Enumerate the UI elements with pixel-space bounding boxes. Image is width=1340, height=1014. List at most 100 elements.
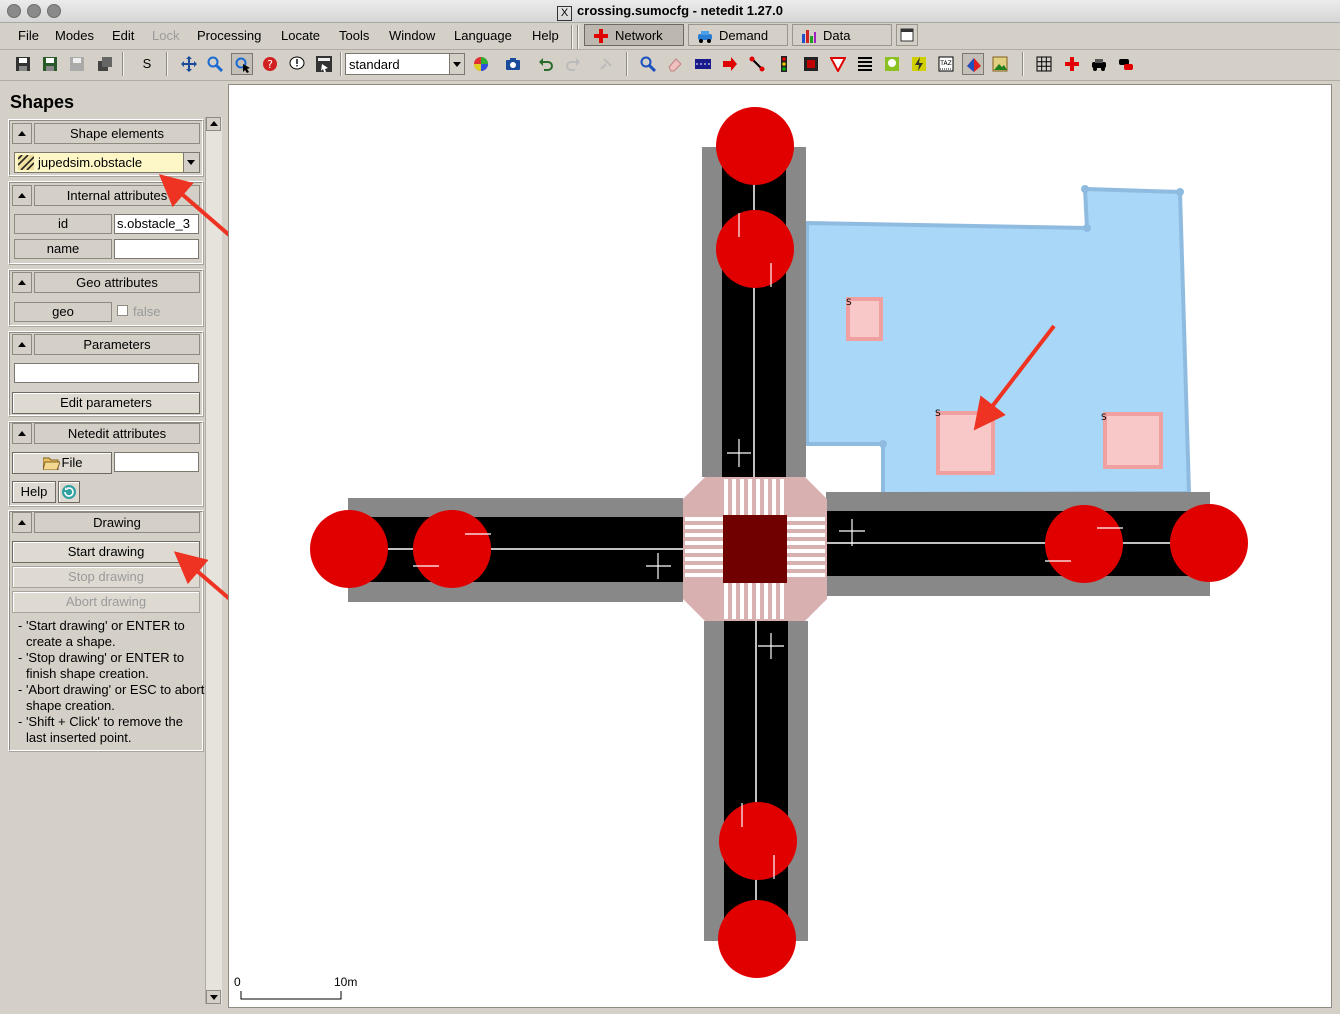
parameters-input[interactable] [14,363,199,383]
chevron-down-icon[interactable] [449,54,464,74]
new-network-button[interactable] [12,53,34,75]
traffic-light-button[interactable] [773,53,795,75]
obstacle-shape-selected[interactable] [936,411,995,475]
delete-mode-button[interactable]: ? [259,53,281,75]
menu-button[interactable] [313,53,335,75]
start-drawing-button[interactable]: Start drawing [12,541,200,563]
crossing-button[interactable] [827,53,849,75]
reset-button[interactable] [58,481,80,503]
create-edge-button[interactable] [692,53,714,75]
shape-type-select[interactable]: jupedsim.obstacle [14,152,200,173]
prohibition-button[interactable] [989,53,1011,75]
collapse-shape-elements-button[interactable] [12,123,32,144]
grid-button[interactable] [1033,53,1055,75]
menu-tools[interactable]: Tools [339,28,369,43]
message-button[interactable] [286,53,308,75]
menu-modes[interactable]: Modes [55,28,94,43]
edit-coloring-button[interactable] [470,53,492,75]
color-scheme-select[interactable]: standard [345,53,465,75]
car-route-icon [1119,59,1133,70]
id-input[interactable]: s.obstacle_3 [114,214,199,234]
data-mode-button[interactable]: Data [792,24,892,46]
polygon-vertex[interactable] [1176,188,1184,196]
geo-attributes-header: Geo attributes [12,272,202,293]
menu-language[interactable]: Language [454,28,512,43]
junction-node[interactable] [413,510,491,588]
taz-rel-button[interactable] [908,53,930,75]
save-network-button[interactable] [39,53,61,75]
inspect-tool-button[interactable] [637,53,659,75]
polygon-vertex[interactable] [1081,185,1089,193]
taz-button[interactable]: TAZ [935,53,957,75]
junction-node[interactable] [719,802,797,880]
vehicle-button[interactable] [1088,53,1110,75]
scroll-up-button[interactable] [206,117,221,131]
chevron-down-icon[interactable] [183,153,199,172]
screenshot-button[interactable] [502,53,524,75]
menu-lock[interactable]: Lock [152,28,179,43]
window-toggle-button[interactable] [896,24,918,46]
redo-button[interactable] [562,53,584,75]
scroll-down-button[interactable] [206,990,221,1004]
collapse-internal-attributes-button[interactable] [12,185,32,206]
undo-button[interactable] [535,53,557,75]
inspect-mode-button[interactable] [204,53,226,75]
junction-node[interactable] [718,900,796,978]
obstacle-shape[interactable] [1103,412,1163,469]
wire-button[interactable] [854,53,876,75]
collapse-geo-attributes-button[interactable] [12,272,32,293]
menu-window[interactable]: Window [389,28,435,43]
menu-file[interactable]: File [18,28,39,43]
junction-node[interactable] [1170,504,1248,582]
geo-checkbox[interactable] [117,305,128,316]
network-view[interactable]: S S S 0 10m [229,85,1332,1008]
panel-scrollbar[interactable] [205,117,222,1004]
demand-mode-button[interactable]: Demand [688,24,788,46]
network-mode-button[interactable]: Network [584,24,684,46]
menu-help[interactable]: Help [532,28,559,43]
menu-processing[interactable]: Processing [197,28,261,43]
junction-node[interactable] [310,510,388,588]
junction-node[interactable] [716,210,794,288]
menu-locate[interactable]: Locate [281,28,320,43]
abort-drawing-button[interactable]: Abort drawing [12,591,200,613]
toolbar-separator [122,52,124,76]
junction-shape-button[interactable] [1061,53,1083,75]
additional-button[interactable] [800,53,822,75]
decal-button[interactable] [881,53,903,75]
sumo-button[interactable]: S [136,53,158,75]
collapse-netedit-attributes-button[interactable] [12,423,32,444]
move-element-button[interactable] [719,53,741,75]
obstacle-shape[interactable] [846,297,883,341]
connection-button[interactable] [746,53,768,75]
collapse-parameters-button[interactable] [12,334,32,355]
junction-node[interactable] [1045,505,1123,583]
file-input[interactable] [114,452,199,472]
polygon-vertex[interactable] [1083,224,1091,232]
lock-button[interactable] [595,53,617,75]
magnifier-icon [207,56,223,72]
edit-parameters-button[interactable]: Edit parameters [12,392,200,414]
junction-center[interactable] [723,515,787,583]
save-as-button[interactable] [66,53,88,75]
lightning-icon [912,57,926,71]
collapse-drawing-button[interactable] [12,512,32,533]
menu-edit[interactable]: Edit [112,28,134,43]
polygon-vertex[interactable] [879,440,887,448]
network-canvas[interactable]: S S S 0 10m [228,84,1332,1008]
internal-attributes-title: Internal attributes [34,185,200,206]
shape-mode-button[interactable] [962,53,984,75]
toolbar-separator [1022,52,1024,76]
junction-node[interactable] [716,107,794,185]
select-mode-button[interactable] [231,53,253,75]
eraser-icon [668,58,682,72]
save-options-button[interactable] [94,53,116,75]
move-mode-button[interactable] [178,53,200,75]
toolbar-separator [166,52,168,76]
help-button[interactable]: Help [12,481,56,503]
name-input[interactable] [114,239,199,259]
delete-tool-button[interactable] [664,53,686,75]
vehicle-route-button[interactable] [1115,53,1137,75]
file-button[interactable]: File [12,452,112,474]
stop-drawing-button[interactable]: Stop drawing [12,566,200,588]
